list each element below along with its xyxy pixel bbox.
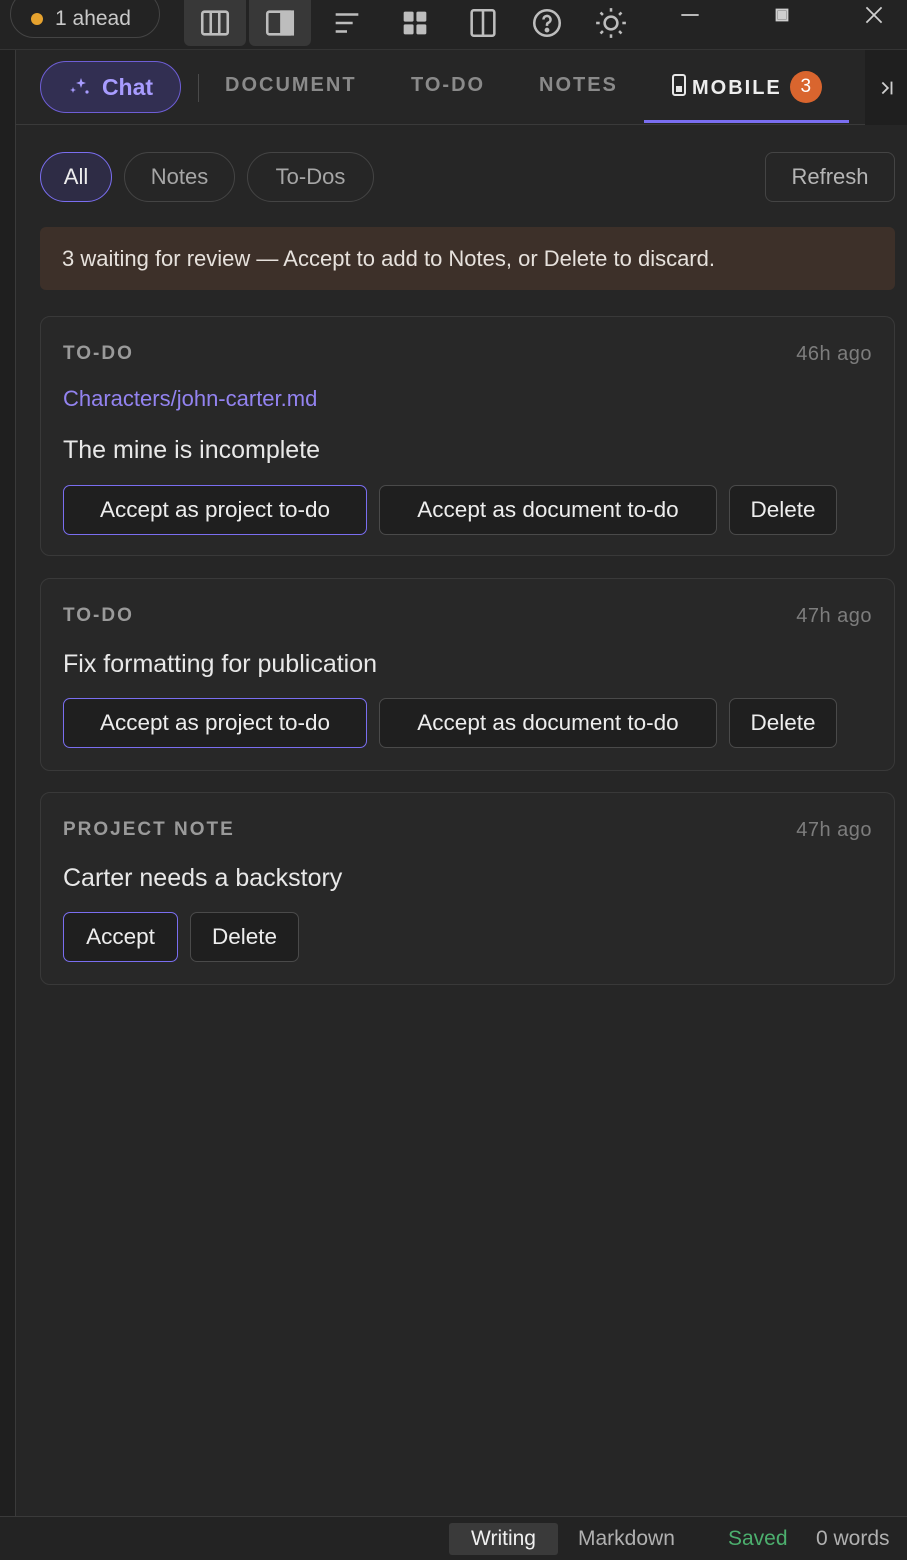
minimize-icon [681, 14, 699, 16]
columns-layout-button[interactable] [184, 0, 246, 46]
chat-button-label: Chat [101, 73, 154, 100]
status-bar: Writing Markdown Saved 0 words [0, 1516, 907, 1560]
phone-icon [672, 74, 686, 96]
title-bar: 1 ahead [0, 0, 907, 50]
card-kind-label: TO-DO [63, 605, 134, 626]
filter-notes[interactable]: Notes [124, 152, 235, 202]
tab-mobile-label: MOBILE [692, 77, 782, 99]
save-status: Saved [728, 1527, 788, 1550]
writing-mode-toggle[interactable]: Writing [449, 1523, 558, 1555]
word-count: 0 words [816, 1527, 890, 1550]
split-view-button[interactable] [452, 0, 514, 46]
delete-button[interactable]: Delete [729, 485, 837, 535]
collapse-right-icon [881, 81, 893, 94]
align-left-icon [335, 13, 359, 33]
tab-notes[interactable]: NOTES [539, 74, 618, 97]
minimize-button[interactable] [670, 0, 710, 30]
collapse-panel-button[interactable] [865, 50, 907, 125]
delete-button[interactable]: Delete [190, 912, 299, 962]
grid-icon [403, 11, 427, 35]
filter-todos[interactable]: To-Dos [247, 152, 374, 202]
card-timestamp: 47h ago [796, 605, 872, 627]
markdown-mode-toggle[interactable]: Markdown [578, 1517, 675, 1560]
card-text: The mine is incomplete [63, 436, 321, 464]
accept-button[interactable]: Accept [63, 912, 178, 962]
help-button[interactable] [516, 0, 578, 46]
close-window-button[interactable] [854, 0, 894, 30]
close-icon [865, 6, 883, 24]
card-timestamp: 47h ago [796, 819, 872, 841]
review-banner-text: 3 waiting for review — Accept to add to … [62, 245, 715, 271]
review-card: TO-DO 47h ago Fix formatting for publica… [40, 578, 895, 771]
panel-right-icon [265, 10, 295, 36]
right-panel-button[interactable] [249, 0, 311, 46]
review-banner: 3 waiting for review — Accept to add to … [40, 227, 895, 290]
grid-view-button[interactable] [384, 0, 446, 46]
filter-all[interactable]: All [40, 152, 112, 202]
card-file-link[interactable]: Characters/john-carter.md [63, 386, 317, 412]
restore-button[interactable] [762, 0, 802, 30]
tab-divider [198, 74, 199, 102]
card-kind-label: PROJECT NOTE [63, 819, 235, 840]
theme-toggle-button[interactable] [580, 0, 642, 46]
accept-project-todo-button[interactable]: Accept as project to-do [63, 485, 367, 535]
active-tab-indicator [644, 120, 849, 123]
sync-status-pill[interactable]: 1 ahead [10, 0, 160, 38]
chat-button[interactable]: Chat [40, 61, 181, 113]
status-dot-icon [31, 13, 43, 25]
accept-document-todo-button[interactable]: Accept as document to-do [379, 698, 717, 748]
tab-document[interactable]: DOCUMENT [225, 74, 357, 97]
help-icon [532, 8, 562, 38]
delete-button[interactable]: Delete [729, 698, 837, 748]
sun-icon [596, 8, 626, 38]
columns-icon [200, 10, 230, 36]
tab-to-do[interactable]: TO-DO [411, 74, 485, 97]
review-card: TO-DO 46h ago Characters/john-carter.md … [40, 316, 895, 556]
card-timestamp: 46h ago [796, 343, 872, 365]
sync-status-label: 1 ahead [55, 7, 131, 30]
review-card: PROJECT NOTE 47h ago Carter needs a back… [40, 792, 895, 985]
tab-mobile[interactable]: MOBILE 3 [672, 70, 822, 105]
restore-icon [775, 8, 789, 22]
left-gutter [0, 50, 16, 1516]
accept-project-todo-button[interactable]: Accept as project to-do [63, 698, 367, 748]
accept-document-todo-button[interactable]: Accept as document to-do [379, 485, 717, 535]
tab-mobile-badge: 3 [789, 70, 822, 103]
card-kind-label: TO-DO [63, 343, 134, 364]
sparkles-icon [69, 78, 89, 94]
card-text: Carter needs a backstory [63, 864, 343, 892]
card-text: Fix formatting for publication [63, 650, 378, 678]
split-view-icon [470, 8, 496, 38]
refresh-button[interactable]: Refresh [765, 152, 895, 202]
panel-tab-bar: Chat DOCUMENT TO-DO NOTES MOBILE 3 [16, 50, 907, 125]
outline-button[interactable] [316, 0, 378, 46]
